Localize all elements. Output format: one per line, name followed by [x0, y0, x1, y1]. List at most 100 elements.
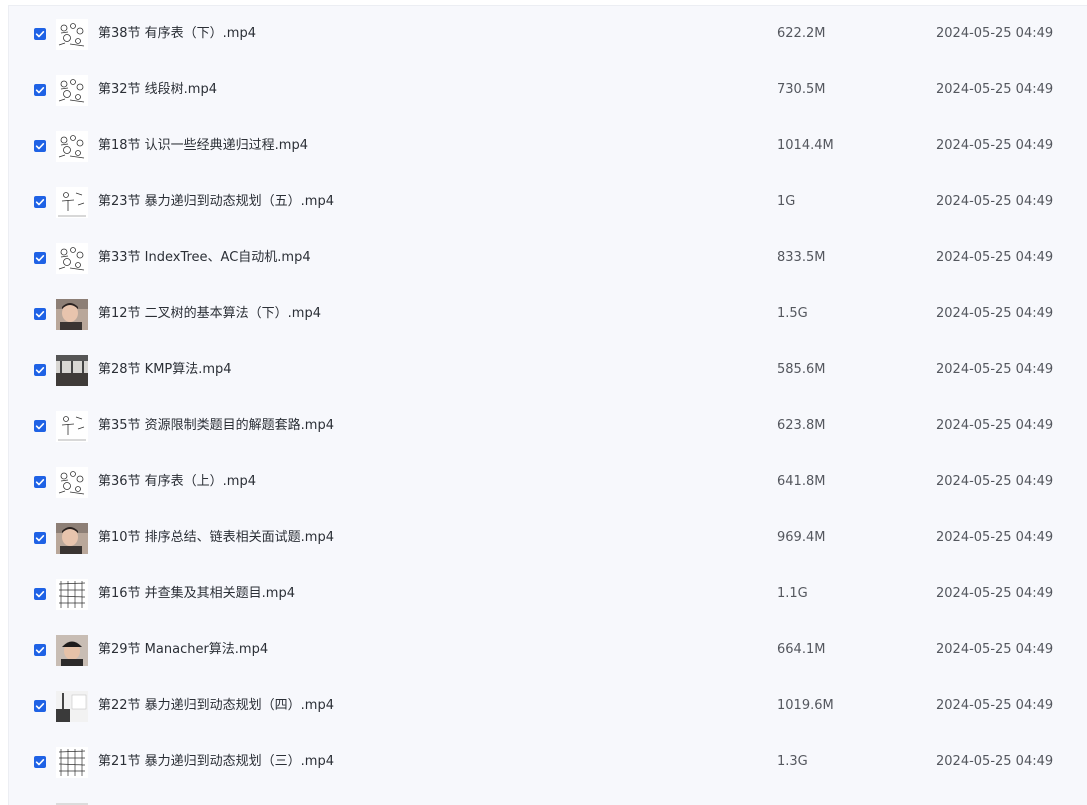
- file-name[interactable]: 第21节 暴力递归到动态规划（三）.mp4: [98, 753, 334, 771]
- file-row[interactable]: 第35节 资源限制类题目的解题套路.mp4 623.8M 2024-05-25 04…: [9, 398, 1087, 454]
- video-thumbnail[interactable]: [56, 467, 88, 498]
- video-thumbnail[interactable]: [56, 19, 88, 50]
- row-checkbox[interactable]: [34, 84, 46, 96]
- file-size: 641.8M: [777, 474, 826, 489]
- checkmark-icon: [35, 255, 45, 262]
- checkmark-icon: [35, 647, 45, 654]
- file-row[interactable]: 第22节 暴力递归到动态规划（四）.mp4 1019.6M 2024-05-25 0…: [9, 678, 1087, 734]
- file-size: 1014.4M: [777, 138, 834, 153]
- row-checkbox[interactable]: [34, 476, 46, 488]
- video-thumbnail[interactable]: [56, 523, 88, 554]
- file-name[interactable]: 第35节 资源限制类题目的解题套路.mp4: [98, 417, 334, 435]
- row-checkbox[interactable]: [34, 308, 46, 320]
- video-thumbnail[interactable]: [56, 355, 88, 386]
- file-row[interactable]: 第16节 并查集及其相关题目.mp4 1.1G 2024-05-25 04:49: [9, 566, 1087, 622]
- file-row[interactable]: 第23节 暴力递归到动态规划（五）.mp4 1G 2024-05-25 04:49: [9, 174, 1087, 230]
- file-size: 1.5G: [777, 306, 808, 321]
- checkmark-icon: [35, 143, 45, 150]
- video-thumbnail[interactable]: [56, 75, 88, 106]
- modified-date: 2024-05-25 04:49: [936, 530, 1054, 545]
- file-size: 585.6M: [777, 362, 826, 377]
- row-checkbox[interactable]: [34, 420, 46, 432]
- modified-date: 2024-05-25 04:49: [936, 138, 1054, 153]
- file-row[interactable]: 第36节 有序表（上）.mp4 641.8M 2024-05-25 04:49: [9, 454, 1087, 510]
- file-name[interactable]: 第23节 暴力递归到动态规划（五）.mp4: [98, 193, 334, 211]
- file-row[interactable]: 第21节 暴力递归到动态规划（三）.mp4 1.3G 2024-05-25 04:4…: [9, 734, 1087, 790]
- file-size: 1019.6M: [777, 698, 834, 713]
- file-row[interactable]: 第12节 二叉树的基本算法（下）.mp4 1.5G 2024-05-25 04:49: [9, 286, 1087, 342]
- file-size: 730.5M: [777, 82, 826, 97]
- checkmark-icon: [35, 367, 45, 374]
- modified-date: 2024-05-25 04:49: [936, 474, 1054, 489]
- modified-date: 2024-05-25 04:49: [936, 754, 1054, 769]
- file-size: 833.5M: [777, 250, 826, 265]
- modified-date: 2024-05-25 04:49: [936, 362, 1054, 377]
- video-thumbnail[interactable]: [56, 635, 88, 666]
- row-checkbox[interactable]: [34, 196, 46, 208]
- row-checkbox[interactable]: [34, 644, 46, 656]
- video-thumbnail[interactable]: [56, 579, 88, 610]
- file-size: 969.4M: [777, 530, 826, 545]
- video-thumbnail[interactable]: [56, 187, 88, 218]
- row-checkbox[interactable]: [34, 140, 46, 152]
- video-thumbnail[interactable]: [56, 299, 88, 330]
- file-name[interactable]: 第29节 Manacher算法.mp4: [98, 641, 268, 659]
- modified-date: 2024-05-25 04:49: [936, 26, 1054, 41]
- file-name[interactable]: 第22节 暴力递归到动态规划（四）.mp4: [98, 697, 334, 715]
- video-thumbnail[interactable]: [56, 411, 88, 442]
- checkmark-icon: [35, 703, 45, 710]
- file-name[interactable]: 第36节 有序表（上）.mp4: [98, 473, 256, 491]
- row-checkbox[interactable]: [34, 28, 46, 40]
- file-size: 1.3G: [777, 754, 808, 769]
- modified-date: 2024-05-25 04:49: [936, 306, 1054, 321]
- checkmark-icon: [35, 199, 45, 206]
- checkmark-icon: [35, 759, 45, 766]
- file-size: 1G: [777, 194, 796, 209]
- checkmark-icon: [35, 311, 45, 318]
- checkmark-icon: [35, 31, 45, 38]
- file-row[interactable]: 第28节 KMP算法.mp4 585.6M 2024-05-25 04:49: [9, 342, 1087, 398]
- row-checkbox[interactable]: [34, 588, 46, 600]
- row-checkbox[interactable]: [34, 756, 46, 768]
- modified-date: 2024-05-25 04:49: [936, 642, 1054, 657]
- modified-date: 2024-05-25 04:49: [936, 250, 1054, 265]
- file-name[interactable]: 第33节 IndexTree、AC自动机.mp4: [98, 249, 311, 267]
- file-name[interactable]: 第10节 排序总结、链表相关面试题.mp4: [98, 529, 334, 547]
- file-name[interactable]: 第32节 线段树.mp4: [98, 81, 217, 99]
- file-row[interactable]: 第29节 Manacher算法.mp4 664.1M 2024-05-25 04:4…: [9, 622, 1087, 678]
- file-list-panel: 第38节 有序表（下）.mp4 622.2M 2024-05-25 04:49 第32…: [8, 5, 1087, 805]
- file-row[interactable]: 第10节 排序总结、链表相关面试题.mp4 969.4M 2024-05-25 04…: [9, 510, 1087, 566]
- file-size: 622.2M: [777, 26, 826, 41]
- file-name[interactable]: 第38节 有序表（下）.mp4: [98, 25, 256, 43]
- file-row[interactable]: 第33节 IndexTree、AC自动机.mp4 833.5M 2024-05-25…: [9, 230, 1087, 286]
- row-checkbox[interactable]: [34, 532, 46, 544]
- file-row[interactable]: 第18节 认识一些经典递归过程.mp4 1014.4M 2024-05-25 04:…: [9, 118, 1087, 174]
- row-checkbox[interactable]: [34, 252, 46, 264]
- video-thumbnail[interactable]: [56, 131, 88, 162]
- modified-date: 2024-05-25 04:49: [936, 698, 1054, 713]
- modified-date: 2024-05-25 04:49: [936, 82, 1054, 97]
- file-name[interactable]: 第28节 KMP算法.mp4: [98, 361, 232, 379]
- file-row[interactable]: 第32节 线段树.mp4 730.5M 2024-05-25 04:49: [9, 62, 1087, 118]
- file-size: 623.8M: [777, 418, 826, 433]
- file-row[interactable]: 第38节 有序表（下）.mp4 622.2M 2024-05-25 04:49: [9, 6, 1087, 62]
- file-name[interactable]: 第18节 认识一些经典递归过程.mp4: [98, 137, 308, 155]
- modified-date: 2024-05-25 04:49: [936, 418, 1054, 433]
- checkmark-icon: [35, 591, 45, 598]
- modified-date: 2024-05-25 04:49: [936, 194, 1054, 209]
- checkmark-icon: [35, 479, 45, 486]
- video-thumbnail[interactable]: [56, 747, 88, 778]
- file-name[interactable]: 第12节 二叉树的基本算法（下）.mp4: [98, 305, 321, 323]
- file-name[interactable]: 第16节 并查集及其相关题目.mp4: [98, 585, 295, 603]
- video-thumbnail[interactable]: [56, 691, 88, 722]
- modified-date: 2024-05-25 04:49: [936, 586, 1054, 601]
- file-list: 第38节 有序表（下）.mp4 622.2M 2024-05-25 04:49 第32…: [9, 6, 1087, 790]
- row-checkbox[interactable]: [34, 364, 46, 376]
- file-size: 664.1M: [777, 642, 826, 657]
- checkmark-icon: [35, 535, 45, 542]
- row-checkbox[interactable]: [34, 700, 46, 712]
- video-thumbnail[interactable]: [56, 243, 88, 274]
- file-size: 1.1G: [777, 586, 808, 601]
- checkmark-icon: [35, 87, 45, 94]
- checkmark-icon: [35, 423, 45, 430]
